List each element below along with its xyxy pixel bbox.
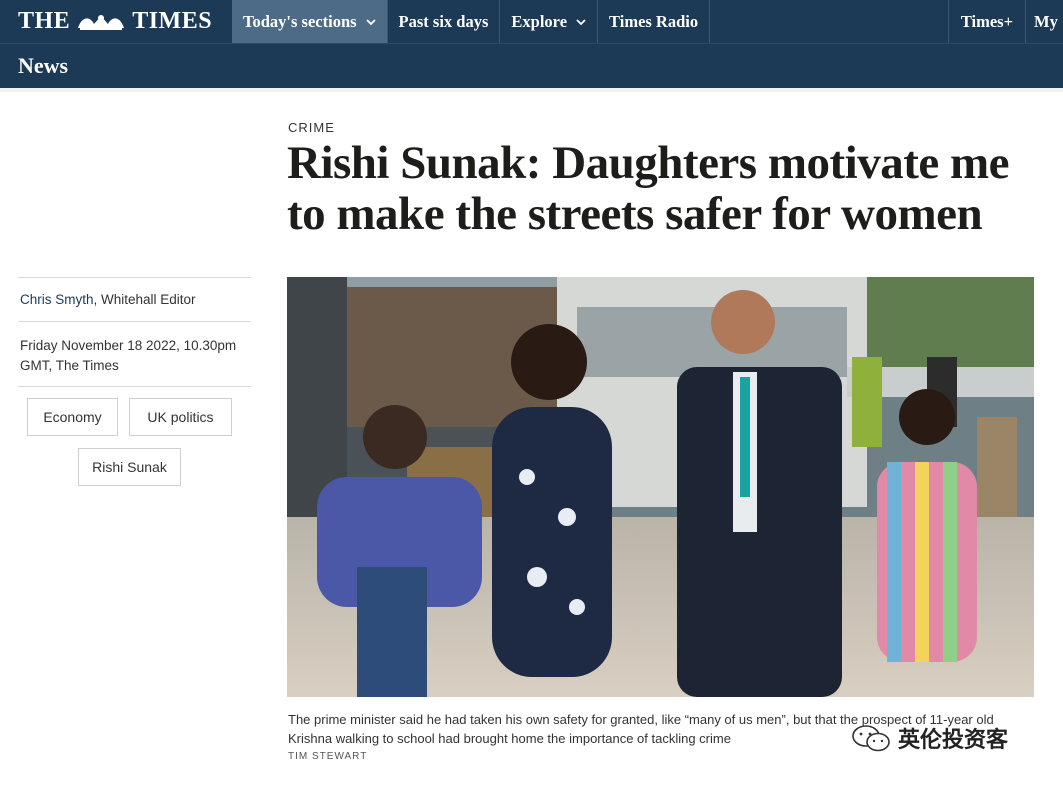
section-bar: News bbox=[0, 43, 1063, 88]
photo-illustration bbox=[287, 277, 1034, 697]
article-lead-photo bbox=[287, 277, 1034, 697]
headline-line-1: Rishi Sunak: Daughters motivate me bbox=[287, 137, 1009, 189]
the-times-logo[interactable]: THE TIMES bbox=[0, 0, 232, 43]
article-headline: Rishi Sunak: Daughters motivate me to ma… bbox=[287, 138, 1047, 240]
top-navigation-bar: THE TIMES Today's sections Past six days… bbox=[0, 0, 1063, 43]
wechat-watermark: 英伦投资客 bbox=[850, 722, 1008, 754]
sidebar-divider bbox=[18, 277, 251, 278]
nav-my-account[interactable]: My bbox=[1025, 0, 1063, 43]
headline-line-2: to make the streets safer for women bbox=[287, 188, 983, 240]
nav-my-account-label: My bbox=[1034, 11, 1058, 31]
nav-explore[interactable]: Explore bbox=[500, 0, 599, 43]
sidebar-divider bbox=[18, 321, 251, 322]
logo-text-the: THE bbox=[18, 8, 71, 34]
nav-times-plus-label: Times+ bbox=[960, 11, 1013, 31]
photo-credit: TIM STEWART bbox=[288, 751, 368, 762]
nav-times-radio[interactable]: Times Radio bbox=[598, 0, 711, 43]
nav-times-plus[interactable]: Times+ bbox=[947, 0, 1025, 43]
author-link[interactable]: Chris Smyth bbox=[20, 292, 94, 307]
wechat-icon bbox=[852, 725, 890, 752]
section-title[interactable]: News bbox=[18, 53, 68, 79]
nav-explore-label: Explore bbox=[511, 11, 568, 31]
sidebar-divider bbox=[18, 386, 251, 387]
article-dateline: Friday November 18 2022, 10.30pm GMT, Th… bbox=[20, 336, 250, 376]
nav-times-radio-label: Times Radio bbox=[609, 11, 699, 31]
nav-past-six-days[interactable]: Past six days bbox=[388, 0, 501, 43]
logo-text-times: TIMES bbox=[132, 8, 213, 34]
nav-todays-sections[interactable]: Today's sections bbox=[232, 0, 388, 43]
watermark-text: 英伦投资客 bbox=[898, 728, 1009, 753]
nav-todays-sections-label: Today's sections bbox=[243, 11, 357, 31]
section-divider bbox=[0, 88, 1063, 92]
chevron-down-icon bbox=[365, 18, 376, 25]
tag-economy[interactable]: Economy bbox=[27, 398, 118, 436]
nav-past-six-days-label: Past six days bbox=[398, 11, 489, 31]
dateline-line-1: Friday November 18 2022, 10.30pm bbox=[20, 338, 237, 353]
tag-uk-politics[interactable]: UK politics bbox=[129, 398, 232, 436]
royal-crest-icon bbox=[78, 14, 125, 30]
chevron-down-icon bbox=[576, 18, 586, 25]
tag-rishi-sunak[interactable]: Rishi Sunak bbox=[78, 448, 181, 486]
article-kicker[interactable]: CRIME bbox=[288, 120, 335, 135]
dateline-line-2: GMT, The Times bbox=[20, 358, 119, 373]
author-role: , Whitehall Editor bbox=[93, 292, 196, 307]
article-byline: Chris Smyth, Whitehall Editor bbox=[20, 292, 196, 307]
